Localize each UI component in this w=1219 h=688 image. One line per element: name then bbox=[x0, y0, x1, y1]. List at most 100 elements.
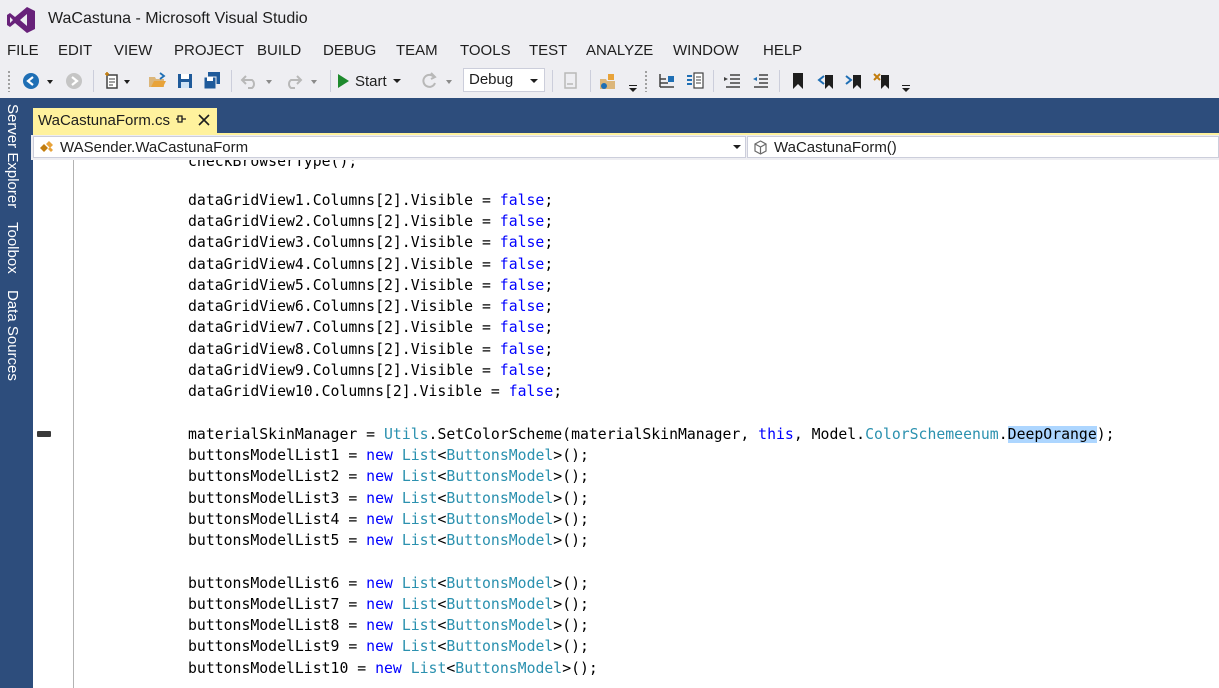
new-project-icon[interactable] bbox=[102, 71, 122, 91]
toolbar-separator bbox=[713, 70, 714, 92]
menu-tools[interactable]: TOOLS bbox=[460, 42, 511, 59]
code-line-current: materialSkinManager = Utils.SetColorSche… bbox=[188, 426, 1115, 443]
solution-configuration-value: Debug bbox=[469, 71, 514, 88]
code-line: buttonsModelList5 = new List<ButtonsMode… bbox=[188, 532, 589, 549]
outlining-margin bbox=[73, 160, 74, 688]
close-icon[interactable] bbox=[196, 112, 212, 128]
type-navigation-value: WASender.WaCastunaForm bbox=[60, 139, 249, 156]
save-all-icon[interactable] bbox=[202, 71, 222, 91]
code-line: buttonsModelList2 = new List<ButtonsMode… bbox=[188, 468, 589, 485]
redo-dropdown-icon[interactable] bbox=[309, 71, 319, 91]
decrease-indent-icon[interactable] bbox=[722, 71, 742, 91]
menu-bar: FILE EDIT VIEW PROJECT BUILD DEBUG TEAM … bbox=[0, 38, 1219, 63]
code-line: buttonsModelList9 = new List<ButtonsMode… bbox=[188, 638, 589, 655]
previous-bookmark-icon[interactable] bbox=[816, 71, 836, 91]
clear-bookmarks-icon[interactable] bbox=[872, 71, 892, 91]
code-line: dataGridView5.Columns[2].Visible = false… bbox=[188, 277, 554, 294]
title-bar: WaCastuna - Microsoft Visual Studio bbox=[0, 0, 1219, 38]
toolbar-separator bbox=[552, 70, 553, 92]
undo-icon[interactable] bbox=[240, 71, 260, 91]
toolbar-overflow-icon[interactable] bbox=[902, 85, 910, 92]
display-object-members-icon[interactable] bbox=[685, 71, 705, 91]
code-line: buttonsModelList4 = new List<ButtonsMode… bbox=[188, 511, 589, 528]
save-icon[interactable] bbox=[175, 71, 195, 91]
code-line: dataGridView2.Columns[2].Visible = false… bbox=[188, 213, 554, 230]
navigate-back-dropdown-icon[interactable] bbox=[45, 71, 55, 91]
chevron-down-icon bbox=[530, 79, 538, 83]
toolbox-tab[interactable]: Toolbox bbox=[4, 222, 21, 274]
menu-debug[interactable]: DEBUG bbox=[323, 42, 376, 59]
code-line: buttonsModelList3 = new List<ButtonsMode… bbox=[188, 490, 589, 507]
code-line: buttonsModelList6 = new List<ButtonsMode… bbox=[188, 575, 589, 592]
code-line: dataGridView8.Columns[2].Visible = false… bbox=[188, 341, 554, 358]
code-line: dataGridView4.Columns[2].Visible = false… bbox=[188, 256, 554, 273]
side-tool-window-strip: Server Explorer Toolbox Data Sources bbox=[0, 98, 31, 688]
code-line: dataGridView1.Columns[2].Visible = false… bbox=[188, 192, 554, 209]
code-line: dataGridView6.Columns[2].Visible = false… bbox=[188, 298, 554, 315]
toolbar-separator bbox=[779, 70, 780, 92]
find-in-files-icon[interactable] bbox=[560, 71, 580, 91]
menu-file[interactable]: FILE bbox=[7, 42, 39, 59]
menu-analyze[interactable]: ANALYZE bbox=[586, 42, 653, 59]
menu-build[interactable]: BUILD bbox=[257, 42, 301, 59]
code-editor[interactable]: checkBrowserType(); dataGridView1.Column… bbox=[33, 160, 1219, 688]
solution-configuration-select[interactable]: Debug bbox=[463, 68, 545, 92]
selected-text: DeepOrange bbox=[1007, 426, 1097, 443]
member-navigation-dropdown[interactable]: WaCastunaForm() bbox=[747, 136, 1219, 158]
toolbar-separator bbox=[93, 70, 94, 92]
restart-dropdown-icon[interactable] bbox=[444, 71, 454, 91]
member-navigation-value: WaCastunaForm() bbox=[774, 139, 897, 156]
bookmark-icon[interactable] bbox=[788, 71, 808, 91]
server-explorer-tab[interactable]: Server Explorer bbox=[4, 104, 21, 208]
new-project-dropdown-icon[interactable] bbox=[122, 71, 132, 91]
editor-gutter[interactable] bbox=[33, 160, 73, 688]
code-line: buttonsModelList8 = new List<ButtonsMode… bbox=[188, 617, 589, 634]
toolbar-separator bbox=[231, 70, 232, 92]
code-line: dataGridView10.Columns[2].Visible = fals… bbox=[188, 383, 563, 400]
play-icon bbox=[338, 74, 349, 88]
type-navigation-dropdown[interactable]: WASender.WaCastunaForm bbox=[33, 136, 746, 158]
restart-icon[interactable] bbox=[419, 71, 439, 91]
open-file-icon[interactable] bbox=[147, 71, 167, 91]
menu-team[interactable]: TEAM bbox=[396, 42, 438, 59]
code-line: checkBrowserType(); bbox=[188, 160, 358, 170]
method-cube-icon bbox=[754, 140, 767, 155]
undo-dropdown-icon[interactable] bbox=[264, 71, 274, 91]
solution-explorer-icon[interactable] bbox=[598, 71, 618, 91]
document-tab-label: WaCastunaForm.cs bbox=[38, 112, 170, 129]
toolbar-grip[interactable] bbox=[7, 70, 11, 92]
visual-studio-logo-icon bbox=[7, 7, 35, 33]
toolbar-overflow-icon[interactable] bbox=[629, 85, 637, 92]
code-line: dataGridView9.Columns[2].Visible = false… bbox=[188, 362, 554, 379]
data-sources-tab[interactable]: Data Sources bbox=[4, 290, 21, 381]
pin-icon[interactable] bbox=[174, 113, 188, 127]
navigate-forward-icon[interactable] bbox=[64, 71, 84, 91]
start-label: Start bbox=[355, 72, 387, 90]
menu-help[interactable]: HELP bbox=[763, 42, 802, 59]
code-line: buttonsModelList7 = new List<ButtonsMode… bbox=[188, 596, 589, 613]
redo-icon[interactable] bbox=[283, 71, 303, 91]
toolbar-separator bbox=[330, 70, 331, 92]
menu-project[interactable]: PROJECT bbox=[174, 42, 244, 59]
document-tab-wacastunaform[interactable]: WaCastunaForm.cs bbox=[33, 108, 217, 133]
code-line: dataGridView3.Columns[2].Visible = false… bbox=[188, 234, 554, 251]
code-line: dataGridView7.Columns[2].Visible = false… bbox=[188, 319, 554, 336]
window-title: WaCastuna - Microsoft Visual Studio bbox=[48, 10, 308, 27]
standard-toolbar: Start Debug bbox=[0, 63, 1219, 98]
navigate-back-icon[interactable] bbox=[21, 71, 41, 91]
start-dropdown-icon[interactable] bbox=[392, 79, 401, 83]
class-icon bbox=[40, 141, 53, 152]
menu-edit[interactable]: EDIT bbox=[58, 42, 92, 59]
menu-test[interactable]: TEST bbox=[529, 42, 567, 59]
code-line: buttonsModelList10 = new List<ButtonsMod… bbox=[188, 660, 598, 677]
bookmark-marker-icon bbox=[37, 431, 51, 437]
chevron-down-icon bbox=[733, 145, 741, 149]
menu-view[interactable]: VIEW bbox=[114, 42, 152, 59]
code-line: buttonsModelList1 = new List<ButtonsMode… bbox=[188, 447, 589, 464]
start-debugging-button[interactable]: Start bbox=[338, 70, 401, 92]
toggle-breakpoint-icon[interactable] bbox=[657, 71, 677, 91]
menu-window[interactable]: WINDOW bbox=[673, 42, 739, 59]
toolbar-grip[interactable] bbox=[644, 70, 648, 92]
next-bookmark-icon[interactable] bbox=[844, 71, 864, 91]
increase-indent-icon[interactable] bbox=[750, 71, 770, 91]
